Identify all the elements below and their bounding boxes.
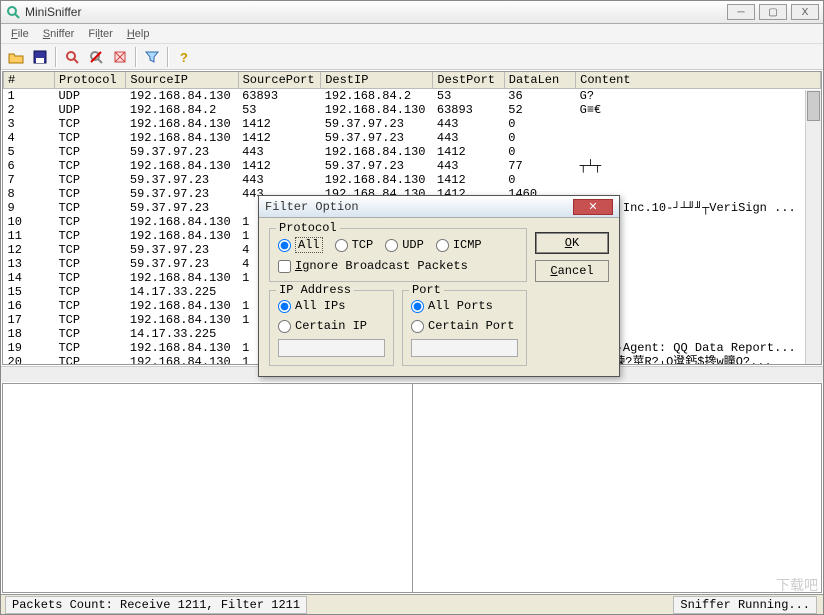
scroll-thumb[interactable] <box>807 91 820 121</box>
table-row[interactable]: 2UDP192.168.84.253192.168.84.1306389352G… <box>4 103 821 117</box>
port-group: Port All Ports Certain Port <box>402 290 527 366</box>
radio-all-ips[interactable]: All IPs <box>278 299 385 313</box>
table-row[interactable]: 3TCP192.168.84.130141259.37.97.234430 <box>4 117 821 131</box>
statusbar: Packets Count: Receive 1211, Filter 1211… <box>1 594 823 614</box>
radio-tcp[interactable]: TCP <box>335 238 374 252</box>
detail-panes <box>2 383 822 593</box>
ip-address-group: IP Address All IPs Certain IP <box>269 290 394 366</box>
table-row[interactable]: 6TCP192.168.84.130141259.37.97.2344377┬┴… <box>4 159 821 173</box>
app-icon <box>5 4 21 20</box>
certain-port-input[interactable] <box>411 339 518 357</box>
radio-icmp[interactable]: ICMP <box>436 238 482 252</box>
stop-capture-icon[interactable] <box>85 46 107 68</box>
menubar: File Sniffer Filter Help <box>1 24 823 44</box>
svg-text:?: ? <box>180 50 188 64</box>
status-packets: Packets Count: Receive 1211, Filter 1211 <box>5 596 307 614</box>
col-destip[interactable]: DestIP <box>321 72 433 89</box>
table-row[interactable]: 5TCP59.37.97.23443192.168.84.13014120 <box>4 145 821 159</box>
magnify-icon[interactable] <box>61 46 83 68</box>
open-icon[interactable] <box>5 46 27 68</box>
dialog-body: Protocol All TCP UDP ICMP Ignore Broadca… <box>259 218 619 376</box>
dialog-titlebar[interactable]: Filter Option ✕ <box>259 196 619 218</box>
table-row[interactable]: 4TCP192.168.84.130141259.37.97.234430 <box>4 131 821 145</box>
save-icon[interactable] <box>29 46 51 68</box>
col-content[interactable]: Content <box>576 72 821 89</box>
ok-button[interactable]: OK <box>535 232 609 254</box>
protocol-legend: Protocol <box>276 221 340 235</box>
filter-icon[interactable] <box>141 46 163 68</box>
toolbar: ? <box>1 44 823 70</box>
col-destport[interactable]: DestPort <box>433 72 504 89</box>
col-protocol[interactable]: Protocol <box>54 72 125 89</box>
app-title: MiniSniffer <box>25 5 727 19</box>
menu-filter[interactable]: Filter <box>82 26 118 42</box>
table-row[interactable]: 7TCP59.37.97.23443192.168.84.13014120 <box>4 173 821 187</box>
menu-help[interactable]: Help <box>121 26 156 42</box>
detail-pane-right[interactable] <box>413 384 822 592</box>
port-legend: Port <box>409 283 444 297</box>
titlebar[interactable]: MiniSniffer ─ ▢ X <box>1 1 823 24</box>
help-icon[interactable]: ? <box>173 46 195 68</box>
col-sourceport[interactable]: SourcePort <box>238 72 321 89</box>
col-sourceip[interactable]: SourceIP <box>126 72 238 89</box>
dialog-close-button[interactable]: ✕ <box>573 199 613 215</box>
radio-udp[interactable]: UDP <box>385 238 424 252</box>
col-#[interactable]: # <box>4 72 55 89</box>
dialog-title: Filter Option <box>265 200 573 214</box>
minimize-button[interactable]: ─ <box>727 4 755 20</box>
filter-option-dialog: Filter Option ✕ Protocol All TCP UDP ICM… <box>258 195 620 377</box>
menu-sniffer[interactable]: Sniffer <box>37 26 81 42</box>
detail-pane-left[interactable] <box>3 384 413 592</box>
menu-file[interactable]: File <box>5 26 35 42</box>
cancel-button[interactable]: Cancel <box>535 260 609 282</box>
separator <box>135 47 137 67</box>
close-button[interactable]: X <box>791 4 819 20</box>
radio-all[interactable]: All <box>278 237 323 253</box>
separator <box>55 47 57 67</box>
status-running: Sniffer Running... <box>673 596 817 614</box>
table-row[interactable]: 1UDP192.168.84.13063893192.168.84.25336G… <box>4 89 821 104</box>
radio-all-ports[interactable]: All Ports <box>411 299 518 313</box>
radio-certain-port[interactable]: Certain Port <box>411 319 518 333</box>
certain-ip-input[interactable] <box>278 339 385 357</box>
separator <box>167 47 169 67</box>
vertical-scrollbar[interactable] <box>805 90 821 364</box>
radio-certain-ip[interactable]: Certain IP <box>278 319 385 333</box>
protocol-group: Protocol All TCP UDP ICMP Ignore Broadca… <box>269 228 527 282</box>
clear-icon[interactable] <box>109 46 131 68</box>
ignore-broadcast-checkbox[interactable]: Ignore Broadcast Packets <box>278 259 518 273</box>
ip-legend: IP Address <box>276 283 354 297</box>
maximize-button[interactable]: ▢ <box>759 4 787 20</box>
col-datalen[interactable]: DataLen <box>504 72 575 89</box>
